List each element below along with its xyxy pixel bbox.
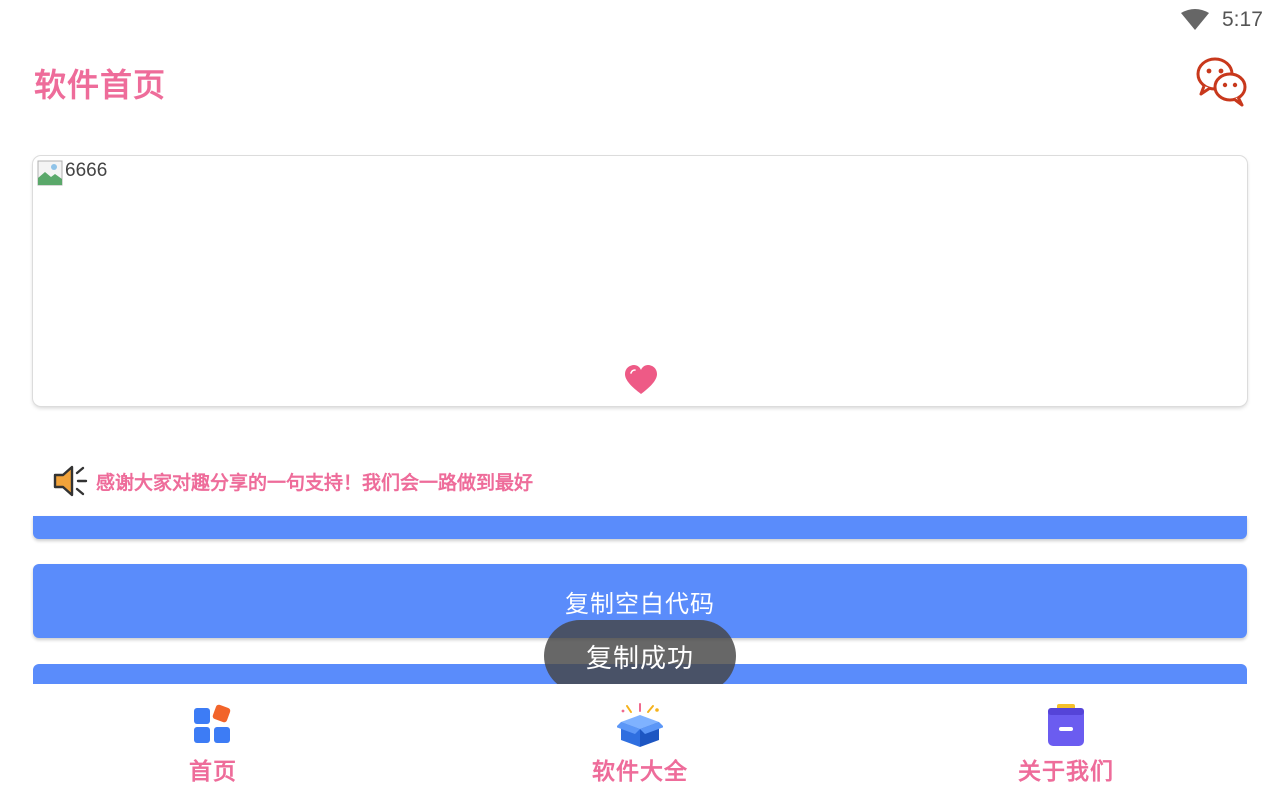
wifi-icon xyxy=(1181,9,1209,30)
bottom-nav: 首页 软件大全 关于我们 xyxy=(0,684,1280,800)
nav-label-about: 关于我们 xyxy=(1018,759,1114,785)
nav-label-home: 首页 xyxy=(189,759,237,785)
status-bar: 5:17 xyxy=(0,0,1280,40)
grid-apps-icon xyxy=(194,704,231,743)
nav-item-home[interactable]: 首页 xyxy=(133,702,293,786)
gift-box-icon xyxy=(617,703,663,747)
banner-image-alt: 6666 xyxy=(65,160,108,181)
page-title: 软件首页 xyxy=(34,66,167,104)
toast-message: 复制成功 xyxy=(544,620,736,692)
folder-icon xyxy=(1048,704,1084,746)
broken-image-icon xyxy=(37,160,63,186)
notice-bar: 感谢大家对趣分享的一句支持！我们会一路做到最好 xyxy=(52,462,533,500)
notice-text: 感谢大家对趣分享的一句支持！我们会一路做到最好 xyxy=(96,471,534,494)
heart-icon[interactable] xyxy=(624,364,658,396)
banner-image: 6666 xyxy=(37,160,107,186)
action-button-partial-top[interactable] xyxy=(33,516,1247,539)
speaker-icon xyxy=(53,465,88,497)
status-time: 5:17 xyxy=(1222,8,1263,31)
nav-item-about[interactable]: 关于我们 xyxy=(986,702,1146,786)
banner-carousel[interactable]: 6666 xyxy=(33,156,1247,406)
wechat-icon[interactable] xyxy=(1194,54,1250,108)
nav-item-software[interactable]: 软件大全 xyxy=(560,702,720,786)
nav-label-software: 软件大全 xyxy=(592,759,688,785)
